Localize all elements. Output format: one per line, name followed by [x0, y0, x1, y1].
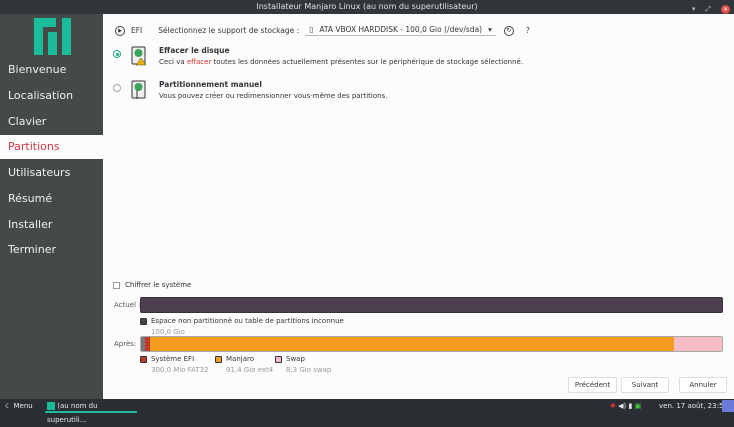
- after-label: Après:: [114, 340, 137, 348]
- manjaro-task-icon: [47, 402, 55, 410]
- option-manual[interactable]: Partitionnement manuel Vous pouvez créer…: [113, 80, 387, 100]
- taskbar-task[interactable]: (au nom du superutili...: [45, 399, 137, 424]
- legend-efi: Système EFI 300,0 Mio FAT32: [140, 355, 209, 374]
- erase-desc-rest: toutes les données actuellement présente…: [211, 58, 524, 66]
- swap-swatch: [275, 356, 282, 363]
- storage-label: Sélectionnez le support de stockage :: [158, 26, 300, 35]
- next-button[interactable]: Suivant: [621, 377, 669, 393]
- storage-value: ATA VBOX HARDDISK - 100,0 Gio (/dev/sda): [319, 25, 483, 34]
- erase-desc: Ceci va: [159, 58, 187, 66]
- current-swatch: [140, 318, 147, 325]
- encrypt-label: Chiffrer le système: [125, 281, 192, 289]
- sidebar-item-partitions: Partitions: [0, 135, 103, 159]
- legend-manjaro: Manjaro 91,4 Gio ext4: [215, 355, 273, 374]
- main-panel: ▶ EFI Sélectionnez le support de stockag…: [103, 14, 734, 399]
- swap-name: Swap: [286, 355, 305, 363]
- menu-icon: ☾: [5, 402, 12, 410]
- sidebar-item-bienvenue: Bienvenue: [8, 63, 67, 76]
- bar-segment-swap: [674, 337, 722, 351]
- erase-radio[interactable]: [113, 50, 121, 58]
- network-icon[interactable]: ▣: [635, 402, 642, 410]
- clipboard-icon[interactable]: ▮: [628, 402, 632, 410]
- erase-disk-icon: [131, 46, 147, 66]
- task-label: (au nom du superutili...: [47, 402, 98, 424]
- menu-button[interactable]: ☾ Menu: [5, 399, 33, 413]
- manual-desc: Vous pouvez créer ou redimensionner vous…: [159, 92, 388, 100]
- desktop-button[interactable]: [722, 400, 734, 412]
- manjaro-logo-icon: [34, 18, 71, 55]
- manjaro-name: Manjaro: [226, 355, 255, 363]
- efi-swatch: [140, 356, 147, 363]
- efi-name: Système EFI: [151, 355, 195, 363]
- option-erase-disk[interactable]: Effacer le disque Ceci va effacer toutes…: [113, 46, 523, 66]
- title-bar: Installateur Manjaro Linux (au nom du su…: [0, 0, 734, 14]
- sidebar-item-resume: Résumé: [8, 192, 53, 205]
- sidebar-item-clavier: Clavier: [8, 115, 47, 128]
- current-legend-text: Espace non partitionné ou table de parti…: [151, 317, 344, 325]
- current-label: Actuel :: [114, 301, 141, 309]
- manual-title: Partitionnement manuel: [159, 80, 262, 89]
- taskbar: ☾ Menu (au nom du superutili... ✹ ◀) ▮ ▣…: [0, 399, 734, 424]
- sidebar-item-localisation: Localisation: [8, 89, 74, 102]
- back-button[interactable]: Précédent: [568, 377, 617, 393]
- chevron-down-icon: ▾: [488, 25, 492, 34]
- efi-info: 300,0 Mio FAT32: [151, 366, 209, 374]
- checkbox-box[interactable]: [113, 281, 120, 289]
- manual-partition-icon: [131, 80, 146, 99]
- tray-icons[interactable]: ✹ ◀) ▮ ▣: [610, 399, 641, 413]
- play-icon: ▶: [115, 25, 125, 36]
- sidebar-item-utilisateurs: Utilisateurs: [8, 166, 71, 179]
- efi-label: EFI: [131, 26, 143, 35]
- current-bar: [140, 297, 723, 313]
- erase-title: Effacer le disque: [159, 46, 230, 55]
- erase-desc-highlight: effacer: [186, 58, 212, 66]
- clock[interactable]: ven. 17 août, 23:55: [659, 399, 728, 413]
- refresh-icon[interactable]: ↻: [503, 25, 514, 36]
- disk-icon: ▯: [309, 25, 314, 34]
- encrypt-checkbox[interactable]: Chiffrer le système: [113, 281, 191, 289]
- help-button[interactable]: ?: [526, 26, 530, 35]
- current-legend: Espace non partitionné ou table de parti…: [140, 317, 344, 336]
- legend-swap: Swap 8,3 Gio swap: [275, 355, 331, 374]
- cancel-button[interactable]: Annuler: [679, 377, 727, 393]
- manjaro-info: 91,4 Gio ext4: [226, 366, 274, 374]
- current-size: 100,0 Gio: [151, 328, 185, 336]
- sidebar-item-terminer: Terminer: [8, 243, 56, 256]
- sidebar: Bienvenue Localisation Clavier Partition…: [0, 14, 103, 399]
- manjaro-swatch: [215, 356, 222, 363]
- close-icon[interactable]: ✕: [721, 4, 730, 14]
- update-icon[interactable]: ✹: [610, 402, 616, 410]
- manual-radio[interactable]: [113, 84, 121, 92]
- menu-label: Menu: [13, 402, 33, 410]
- swap-info: 8,3 Gio swap: [286, 366, 332, 374]
- volume-icon[interactable]: ◀): [618, 402, 626, 410]
- after-bar: [140, 336, 723, 352]
- sidebar-item-installer: Installer: [8, 218, 53, 231]
- window-title: Installateur Manjaro Linux (au nom du su…: [256, 2, 478, 11]
- storage-select[interactable]: ▯ ATA VBOX HARDDISK - 100,0 Gio (/dev/sd…: [305, 25, 496, 36]
- bar-segment-manjaro: [150, 337, 675, 351]
